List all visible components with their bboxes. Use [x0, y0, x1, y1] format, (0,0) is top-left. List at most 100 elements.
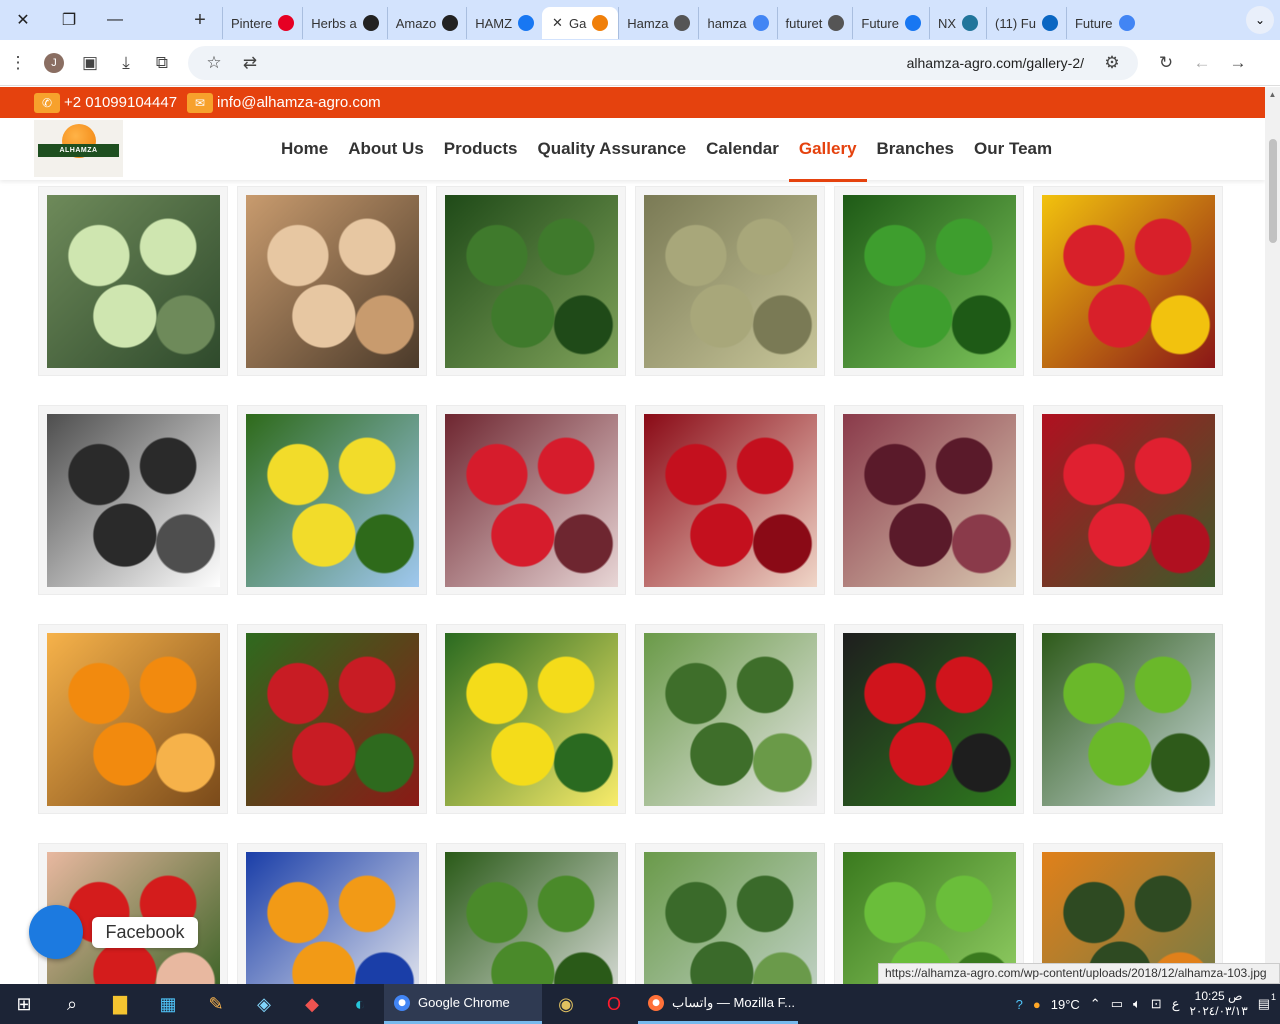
side-panel-icon[interactable]: ▣: [72, 45, 108, 81]
translate-icon[interactable]: ⇄: [232, 45, 268, 81]
taskbar-firefox[interactable]: ● واتساب — Mozilla F...: [638, 984, 798, 1024]
gallery-photo-broccoli-heads[interactable]: [644, 852, 817, 984]
help-icon[interactable]: ?: [1016, 997, 1023, 1012]
browser-tab[interactable]: futuret: [776, 7, 853, 39]
extensions-icon[interactable]: ⧉: [144, 45, 180, 81]
nav-item-calendar[interactable]: Calendar: [696, 118, 789, 180]
gallery-item[interactable]: [436, 405, 626, 595]
gallery-item[interactable]: [635, 405, 825, 595]
gallery-photo-green-chili-peppers[interactable]: [843, 195, 1016, 368]
close-window-icon[interactable]: ✕: [0, 0, 46, 40]
gallery-photo-strawberry-boxes[interactable]: [445, 414, 618, 587]
battery-icon[interactable]: ▭: [1111, 996, 1123, 1012]
browser-tab[interactable]: Hamza: [618, 7, 698, 39]
store-icon[interactable]: ▦: [144, 984, 192, 1024]
gallery-item[interactable]: [635, 186, 825, 376]
gallery-photo-strawberries[interactable]: [246, 633, 419, 806]
gallery-item[interactable]: [1033, 405, 1223, 595]
gallery-item[interactable]: [38, 186, 228, 376]
weather-temp[interactable]: 19°C: [1051, 997, 1080, 1012]
paint-icon[interactable]: ✎: [192, 984, 240, 1024]
gallery-item[interactable]: [436, 843, 626, 984]
email-address[interactable]: info@alhamza-agro.com: [217, 94, 381, 111]
reload-icon[interactable]: ↻: [1148, 45, 1184, 81]
gallery-item[interactable]: [1033, 186, 1223, 376]
bookmark-star-icon[interactable]: ☆: [196, 45, 232, 81]
minimize-window-icon[interactable]: —: [92, 0, 138, 40]
gallery-item[interactable]: [436, 186, 626, 376]
browser-tab[interactable]: Pintere: [222, 7, 302, 39]
notifications-icon[interactable]: ▤ 1: [1258, 992, 1276, 1012]
gallery-item[interactable]: [237, 186, 427, 376]
browser-tab[interactable]: Amazo: [386, 7, 466, 39]
gallery-item[interactable]: [635, 843, 825, 984]
nav-item-branches[interactable]: Branches: [867, 118, 964, 180]
nav-item-products[interactable]: Products: [434, 118, 528, 180]
gallery-item[interactable]: [38, 624, 228, 814]
opera-icon[interactable]: O: [590, 984, 638, 1024]
input-language[interactable]: ع: [1172, 996, 1180, 1012]
gallery-item[interactable]: [834, 186, 1024, 376]
nav-item-our-team[interactable]: Our Team: [964, 118, 1062, 180]
browser-tab[interactable]: Herbs a: [302, 7, 387, 39]
gallery-item[interactable]: [635, 624, 825, 814]
gallery-photo-lemons[interactable]: [445, 633, 618, 806]
windows-start-icon[interactable]: ⊞: [0, 984, 48, 1024]
browser-tab[interactable]: ✕ Ga: [542, 7, 619, 39]
scroll-thumb[interactable]: [1269, 139, 1277, 243]
volume-icon[interactable]: 🔈︎: [1133, 996, 1141, 1012]
chevron-up-icon[interactable]: ⌃: [1090, 996, 1101, 1012]
gallery-photo-fennel-seeds[interactable]: [644, 195, 817, 368]
network-icon[interactable]: ⊡: [1151, 996, 1162, 1012]
facebook-float-button[interactable]: [29, 905, 83, 959]
browser-tab[interactable]: Future: [1065, 7, 1143, 39]
gallery-item[interactable]: [237, 843, 427, 984]
site-settings-icon[interactable]: ⚙: [1094, 45, 1130, 81]
new-tab-icon[interactable]: +: [186, 6, 214, 34]
download-icon[interactable]: ⤓: [108, 45, 144, 81]
browser-tab[interactable]: Future: [852, 7, 929, 39]
nav-item-gallery[interactable]: Gallery: [788, 118, 867, 182]
tab-search-icon[interactable]: ⌄: [1246, 6, 1274, 34]
gallery-item[interactable]: [237, 624, 427, 814]
site-logo[interactable]: ALHAMZA: [34, 120, 123, 177]
gallery-photo-broccoli[interactable]: [644, 633, 817, 806]
gallery-photo-bell-peppers[interactable]: [1042, 195, 1215, 368]
nav-item-quality-assurance[interactable]: Quality Assurance: [527, 118, 696, 180]
gallery-photo-red-peppers-crate[interactable]: [843, 633, 1016, 806]
phone-contact[interactable]: ✆ +2 01099104447: [34, 92, 177, 113]
gallery-photo-limes[interactable]: [1042, 633, 1215, 806]
clock[interactable]: 10:25 ص ٢٠٢٤/٠٣/١٣: [1189, 989, 1247, 1019]
gallery-photo-chickpeas[interactable]: [246, 195, 419, 368]
app-icon[interactable]: ◈: [240, 984, 288, 1024]
restore-window-icon[interactable]: ❐: [46, 0, 92, 40]
media-player-icon[interactable]: ◉: [542, 984, 590, 1024]
facebook-label[interactable]: Facebook: [92, 917, 198, 948]
browser-tab[interactable]: NX: [928, 7, 986, 39]
close-tab-icon[interactable]: ✕: [552, 15, 563, 31]
menu-dots-icon[interactable]: ⋮: [0, 45, 36, 81]
address-bar[interactable]: ☆ ⇄ alhamza-agro.com/gallery-2/ ⚙: [188, 45, 1138, 81]
weather-icon[interactable]: ●: [1033, 997, 1041, 1012]
back-arrow-icon[interactable]: ←: [1184, 45, 1220, 81]
gallery-item[interactable]: [1033, 624, 1223, 814]
file-explorer-icon[interactable]: ▇: [96, 984, 144, 1024]
gallery-photo-hibiscus[interactable]: [843, 414, 1016, 587]
nav-item-about-us[interactable]: About Us: [338, 118, 434, 180]
pdf-app-icon[interactable]: ◆: [288, 984, 336, 1024]
gallery-photo-pomegranate[interactable]: [644, 414, 817, 587]
browser-tab[interactable]: hamza: [698, 7, 776, 39]
email-contact[interactable]: ✉ info@alhamza-agro.com: [187, 92, 381, 113]
edge-icon[interactable]: ◐: [336, 984, 384, 1024]
url-text[interactable]: alhamza-agro.com/gallery-2/: [907, 55, 1084, 71]
gallery-item[interactable]: [834, 405, 1024, 595]
gallery-photo-cabbage[interactable]: [47, 195, 220, 368]
gallery-item[interactable]: [436, 624, 626, 814]
browser-tab[interactable]: (11) Fu: [986, 7, 1066, 39]
forward-arrow-icon[interactable]: →: [1220, 45, 1256, 81]
phone-number[interactable]: +2 01099104447: [64, 94, 177, 111]
gallery-photo-oranges-stickered[interactable]: [246, 852, 419, 984]
gallery-photo-dried-black-lime[interactable]: [47, 414, 220, 587]
gallery-item[interactable]: [38, 405, 228, 595]
profile-avatar[interactable]: J: [36, 45, 72, 81]
